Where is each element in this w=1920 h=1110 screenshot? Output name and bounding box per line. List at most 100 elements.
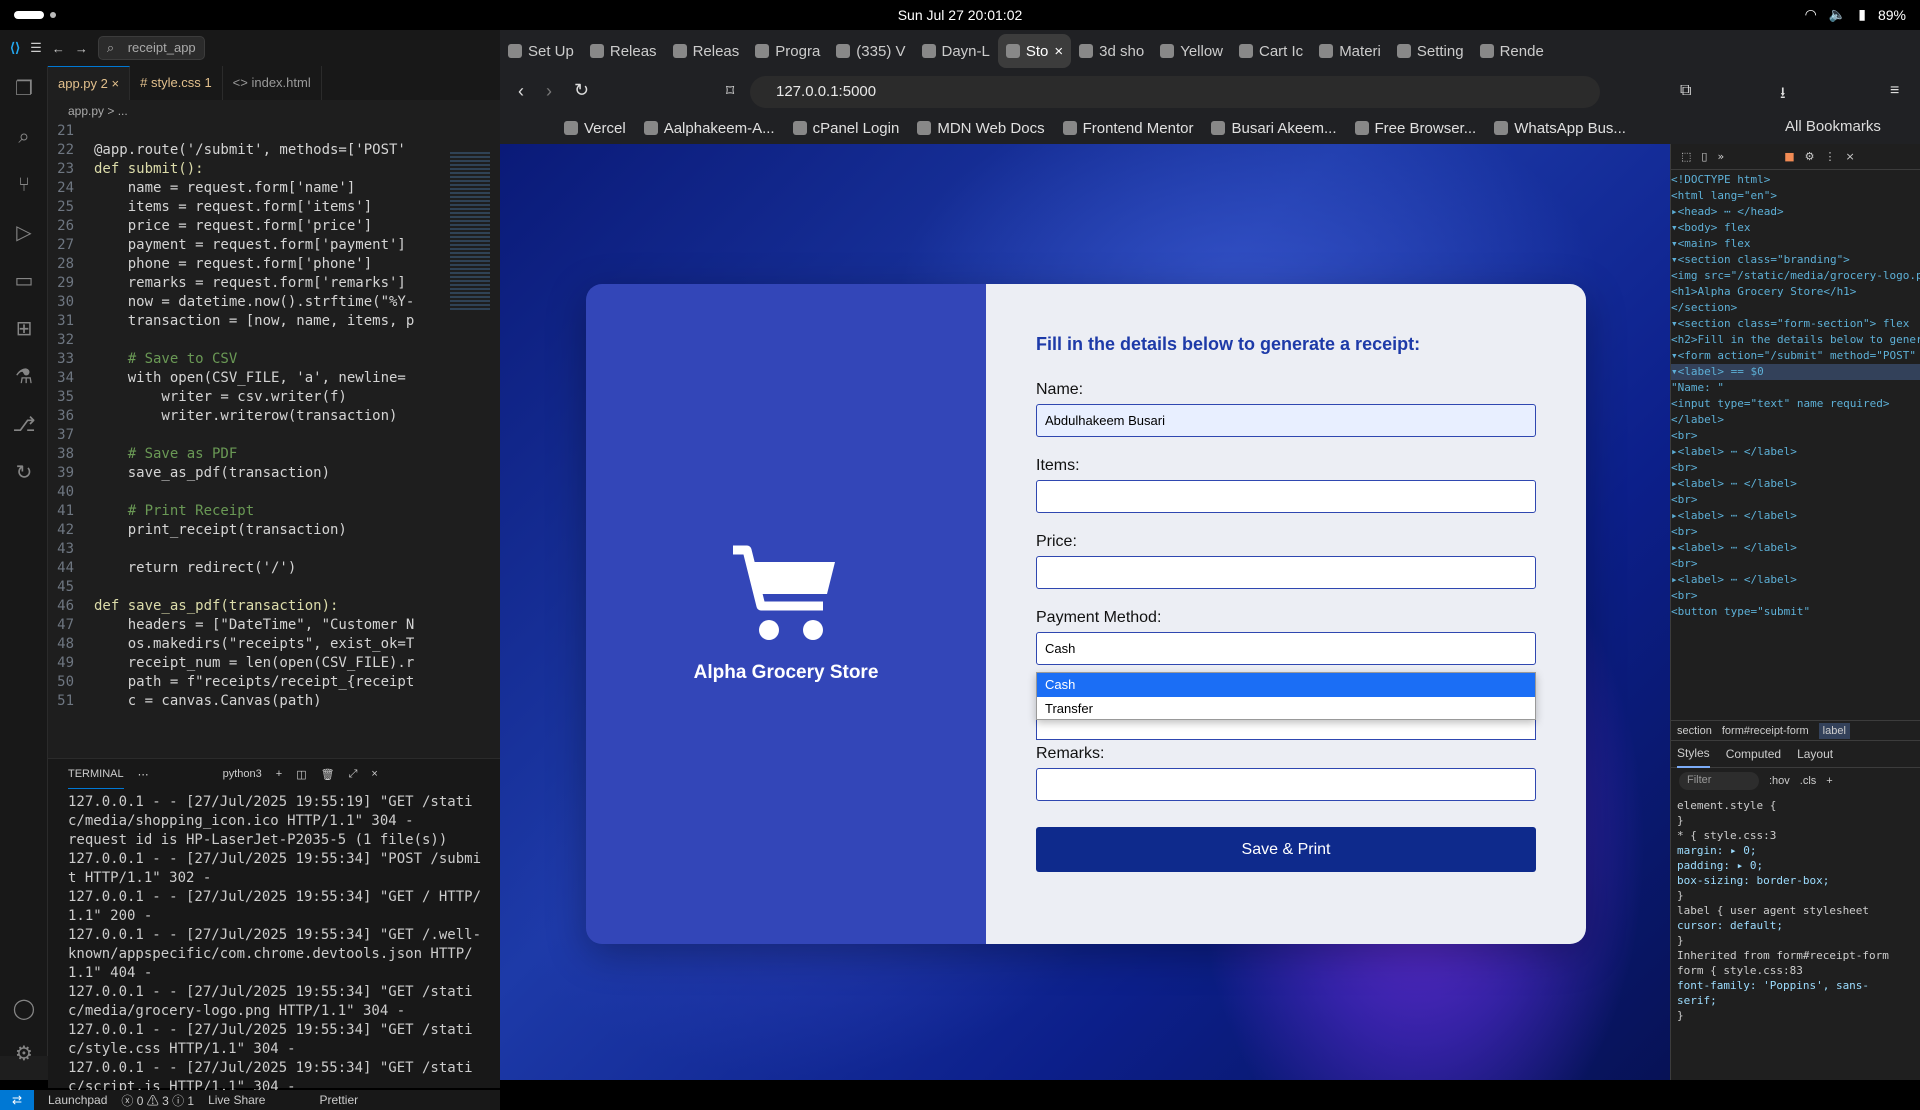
dom-node[interactable]: ▸<label> ⋯ </label> <box>1671 444 1920 460</box>
prettier-item[interactable]: Prettier <box>319 1093 358 1107</box>
dom-node[interactable]: </label> <box>1671 412 1920 428</box>
bookmark-item[interactable]: Free Browser... <box>1354 120 1476 137</box>
bookmark-item[interactable]: MDN Web Docs <box>917 120 1045 137</box>
code-line[interactable]: 27 payment = request.form['payment'] <box>48 236 448 255</box>
devtools-close-icon[interactable]: × <box>1845 150 1854 163</box>
payment-select[interactable]: Cash <box>1036 632 1536 665</box>
source-control-icon[interactable]: ⑂ <box>12 172 36 196</box>
dom-node[interactable]: <br> <box>1671 428 1920 444</box>
explorer-icon[interactable]: ❐ <box>12 76 36 100</box>
shell-name[interactable]: python3 <box>223 768 262 780</box>
cls-toggle[interactable]: .cls <box>1800 775 1817 787</box>
bookmark-item[interactable]: Vercel <box>564 120 626 137</box>
dom-node[interactable]: ▸<label> ⋯ </label> <box>1671 572 1920 588</box>
code-line[interactable]: 25 items = request.form['items'] <box>48 198 448 217</box>
name-input[interactable]: Abdulhakeem Busari <box>1036 404 1536 437</box>
volume-icon[interactable]: 🔈 <box>1829 6 1846 23</box>
problems-item[interactable]: ⓧ 0 ⚠ 3 ⓘ 1 <box>121 1092 194 1109</box>
bookmark-icon[interactable]: ⌑ <box>726 81 734 101</box>
maximize-panel-icon[interactable]: ⤢ <box>349 768 358 781</box>
browser-tab[interactable]: (335) V <box>828 34 913 68</box>
code-line[interactable]: 41 # Print Receipt <box>48 502 448 521</box>
code-line[interactable]: 46 def save_as_pdf(transaction): <box>48 597 448 616</box>
code-line[interactable]: 35 writer = csv.writer(f) <box>48 388 448 407</box>
browser-tab[interactable]: Releas <box>665 34 748 68</box>
code-line[interactable]: 24 name = request.form['name'] <box>48 179 448 198</box>
remote-icon[interactable]: ⇄ <box>0 1090 34 1110</box>
more-icon[interactable]: ⋯ <box>138 768 149 781</box>
code-line[interactable]: 43 <box>48 540 448 559</box>
settings-gear-icon[interactable]: ⚙ <box>12 1041 36 1065</box>
browser-tab[interactable]: 3d sho <box>1071 34 1152 68</box>
code-line[interactable]: 34 with open(CSV_FILE, 'a', newline= <box>48 369 448 388</box>
browser-tab[interactable]: Set Up <box>500 34 582 68</box>
all-bookmarks[interactable]: All Bookmarks <box>1785 118 1881 135</box>
close-panel-icon[interactable]: × <box>371 768 377 780</box>
liveshare-item[interactable]: Live Share <box>208 1093 265 1107</box>
payment-option-transfer[interactable]: Transfer <box>1037 697 1535 721</box>
dom-node[interactable]: <img src="/static/media/grocery-logo.png… <box>1671 268 1920 284</box>
tab-app-py[interactable]: app.py 2 × <box>48 66 131 100</box>
battery-icon[interactable]: ▮ <box>1858 6 1866 23</box>
hov-toggle[interactable]: :hov <box>1769 775 1790 787</box>
styles-filter[interactable]: Filter <box>1679 772 1759 790</box>
elements-tree[interactable]: <!DOCTYPE html> <html lang="en"> ▸<head> ⋯… <box>1671 170 1920 720</box>
dom-node[interactable]: <br> <box>1671 492 1920 508</box>
code-editor[interactable]: 21 22 @app.route('/submit', methods=['POST… <box>48 122 448 722</box>
dom-crumb[interactable]: section <box>1677 725 1712 737</box>
new-terminal-icon[interactable]: + <box>276 768 282 780</box>
code-line[interactable]: 40 <box>48 483 448 502</box>
code-line[interactable]: 49 receipt_num = len(open(CSV_FILE).r <box>48 654 448 673</box>
tab-index-html[interactable]: <> index.html <box>223 66 322 100</box>
browser-tab[interactable]: Sto × <box>997 34 1072 68</box>
dom-node[interactable]: <button type="submit" <box>1671 604 1920 620</box>
command-center-search[interactable]: ⌕ receipt_app <box>97 36 205 60</box>
dom-node[interactable]: ▸<label> ⋯ </label> <box>1671 476 1920 492</box>
dom-node[interactable]: ▾<label> == $0 <box>1671 364 1920 380</box>
dom-node[interactable]: ▸<head> ⋯ </head> <box>1671 204 1920 220</box>
browser-tab[interactable]: Cart Ic <box>1231 34 1311 68</box>
code-line[interactable]: 21 <box>48 122 448 141</box>
forward-icon[interactable]: › <box>546 81 552 102</box>
code-line[interactable]: 31 transaction = [now, name, items, p <box>48 312 448 331</box>
remote-explorer-icon[interactable]: ▭ <box>12 268 36 292</box>
code-line[interactable]: 47 headers = ["DateTime", "Customer N <box>48 616 448 635</box>
device-toggle-icon[interactable]: ▯ <box>1701 150 1707 163</box>
close-tab-icon[interactable]: × <box>1054 43 1063 60</box>
extensions-icon[interactable]: ⊞ <box>12 316 36 340</box>
dom-node[interactable]: <h2>Fill in the details below to generat… <box>1671 332 1920 348</box>
dom-node[interactable]: ▾<body> flex <box>1671 220 1920 236</box>
code-line[interactable]: 32 <box>48 331 448 350</box>
bookmark-item[interactable]: Busari Akeem... <box>1211 120 1337 137</box>
browser-menu-icon[interactable]: ≡ <box>1890 82 1899 100</box>
code-line[interactable]: 33 # Save to CSV <box>48 350 448 369</box>
code-line[interactable]: 51 c = canvas.Canvas(path) <box>48 692 448 711</box>
dom-node[interactable]: <!DOCTYPE html> <box>1671 172 1920 188</box>
inspect-icon[interactable]: ⬚ <box>1681 150 1691 163</box>
reload-icon[interactable]: ↻ <box>574 80 589 101</box>
dom-node[interactable]: ▾<section class="form-section"> flex <box>1671 316 1920 332</box>
dom-node[interactable]: ▾<section class="branding"> <box>1671 252 1920 268</box>
remarks-input[interactable] <box>1036 768 1536 801</box>
dom-node[interactable]: "Name: " <box>1671 380 1920 396</box>
address-bar[interactable]: 127.0.0.1:5000 <box>750 76 1600 108</box>
kill-terminal-icon[interactable]: 🗑 <box>321 768 335 781</box>
menu-icon[interactable]: ☰ <box>30 40 42 56</box>
dom-crumb[interactable]: label <box>1818 722 1850 739</box>
dom-node[interactable]: <br> <box>1671 524 1920 540</box>
price-input[interactable] <box>1036 556 1536 589</box>
items-input[interactable] <box>1036 480 1536 513</box>
launchpad-item[interactable]: Launchpad <box>48 1093 107 1107</box>
dom-node[interactable]: <html lang="en"> <box>1671 188 1920 204</box>
system-clock[interactable]: Sun Jul 27 20:01:02 <box>0 7 1920 23</box>
dom-node[interactable]: </section> <box>1671 300 1920 316</box>
code-line[interactable]: 29 remarks = request.form['remarks'] <box>48 274 448 293</box>
forward-arrow-icon[interactable]: → <box>75 41 88 56</box>
account-icon[interactable]: ◯ <box>12 996 36 1020</box>
live-share-icon[interactable]: ↻ <box>12 460 36 484</box>
wifi-icon[interactable]: ◠ <box>1805 6 1817 23</box>
more-panels-icon[interactable]: » <box>1717 150 1724 163</box>
dom-node[interactable]: <h1>Alpha Grocery Store</h1> <box>1671 284 1920 300</box>
back-icon[interactable]: ‹ <box>518 81 524 102</box>
phone-input-partial[interactable] <box>1036 720 1536 740</box>
